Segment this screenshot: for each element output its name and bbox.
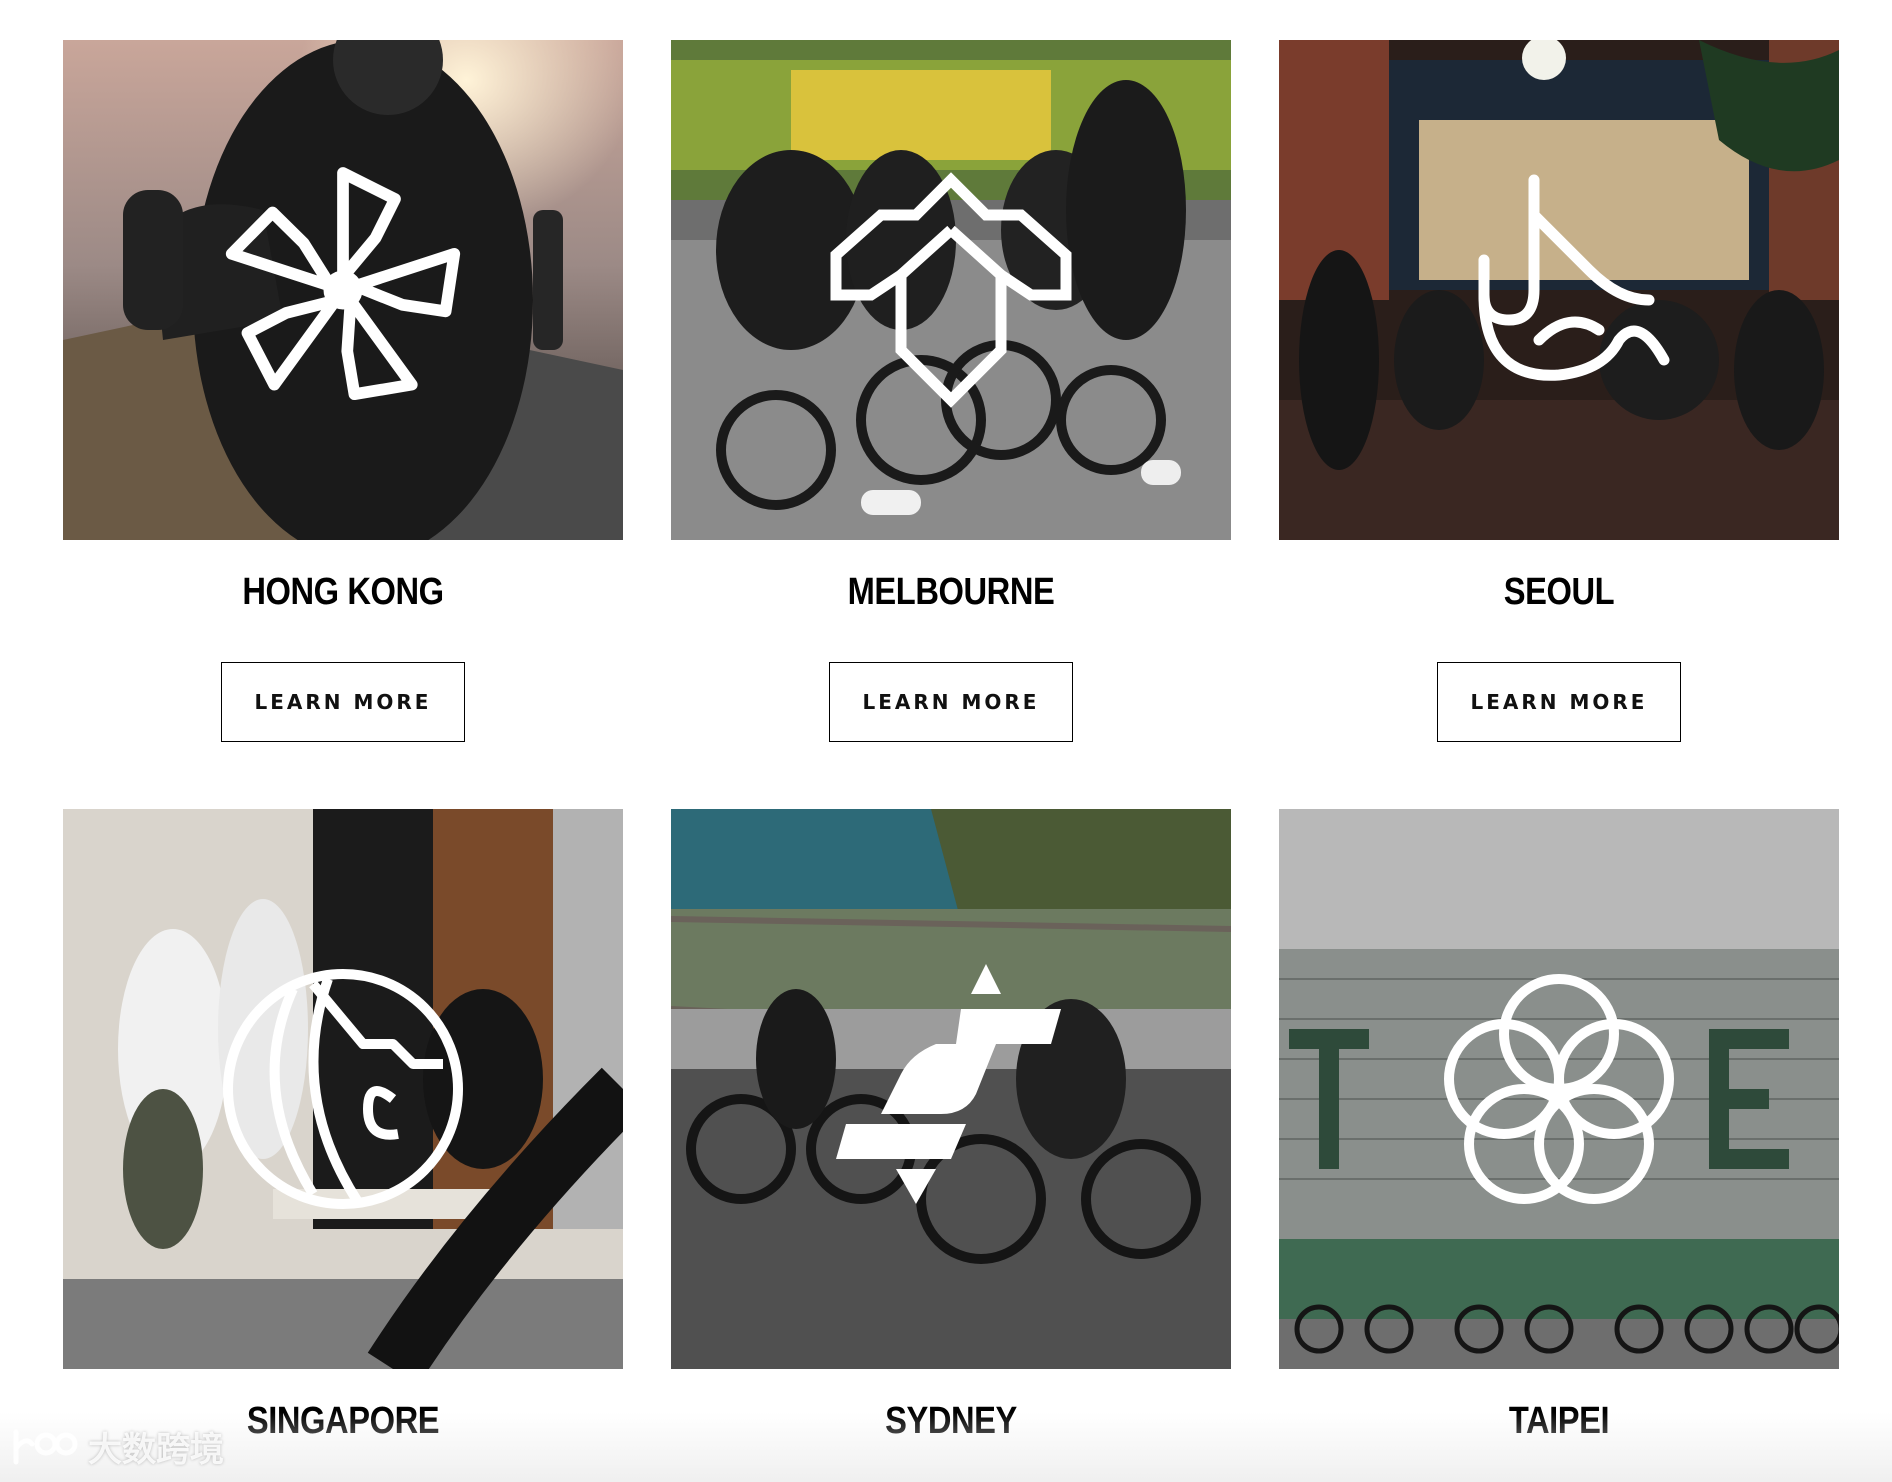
melbourne-photo[interactable]	[671, 40, 1231, 540]
singapore-globe-icon	[223, 969, 463, 1209]
melbourne-chevron-icon	[830, 172, 1072, 408]
seoul-photo[interactable]	[1279, 40, 1839, 540]
learn-more-button[interactable]: LEARN MORE	[829, 662, 1073, 742]
location-card-hong-kong[interactable]: HONG KONG LEARN MORE	[63, 40, 623, 742]
location-card-singapore[interactable]: SINGAPORE	[63, 809, 623, 1443]
learn-more-button[interactable]: LEARN MORE	[221, 662, 465, 742]
hong-kong-pinwheel-icon	[225, 167, 461, 401]
location-card-melbourne[interactable]: MELBOURNE LEARN MORE	[671, 40, 1231, 742]
location-card-sydney[interactable]: SYDNEY	[671, 809, 1231, 1443]
taipei-flower-icon	[1444, 974, 1674, 1204]
learn-more-button[interactable]: LEARN MORE	[1437, 662, 1681, 742]
taipei-photo[interactable]	[1279, 809, 1839, 1369]
watermark-text: 大数跨境	[88, 1429, 224, 1470]
hong-kong-photo[interactable]	[63, 40, 623, 540]
city-name: HONG KONG	[242, 571, 444, 613]
city-name: SEOUL	[1503, 571, 1615, 613]
city-name: MELBOURNE	[847, 571, 1055, 613]
seoul-wave-icon	[1478, 174, 1670, 381]
city-name: TAIPEI	[1508, 1400, 1610, 1442]
location-card-taipei[interactable]: TAIPEI	[1279, 809, 1839, 1443]
watermark-logo-icon	[13, 1429, 78, 1465]
sydney-s-icon	[836, 964, 1061, 1204]
location-card-seoul[interactable]: SEOUL LEARN MORE	[1279, 40, 1839, 742]
sydney-photo[interactable]	[671, 809, 1231, 1369]
singapore-photo[interactable]	[63, 809, 623, 1369]
city-name: SYDNEY	[885, 1400, 1017, 1442]
watermark: 大数跨境	[10, 1424, 224, 1470]
